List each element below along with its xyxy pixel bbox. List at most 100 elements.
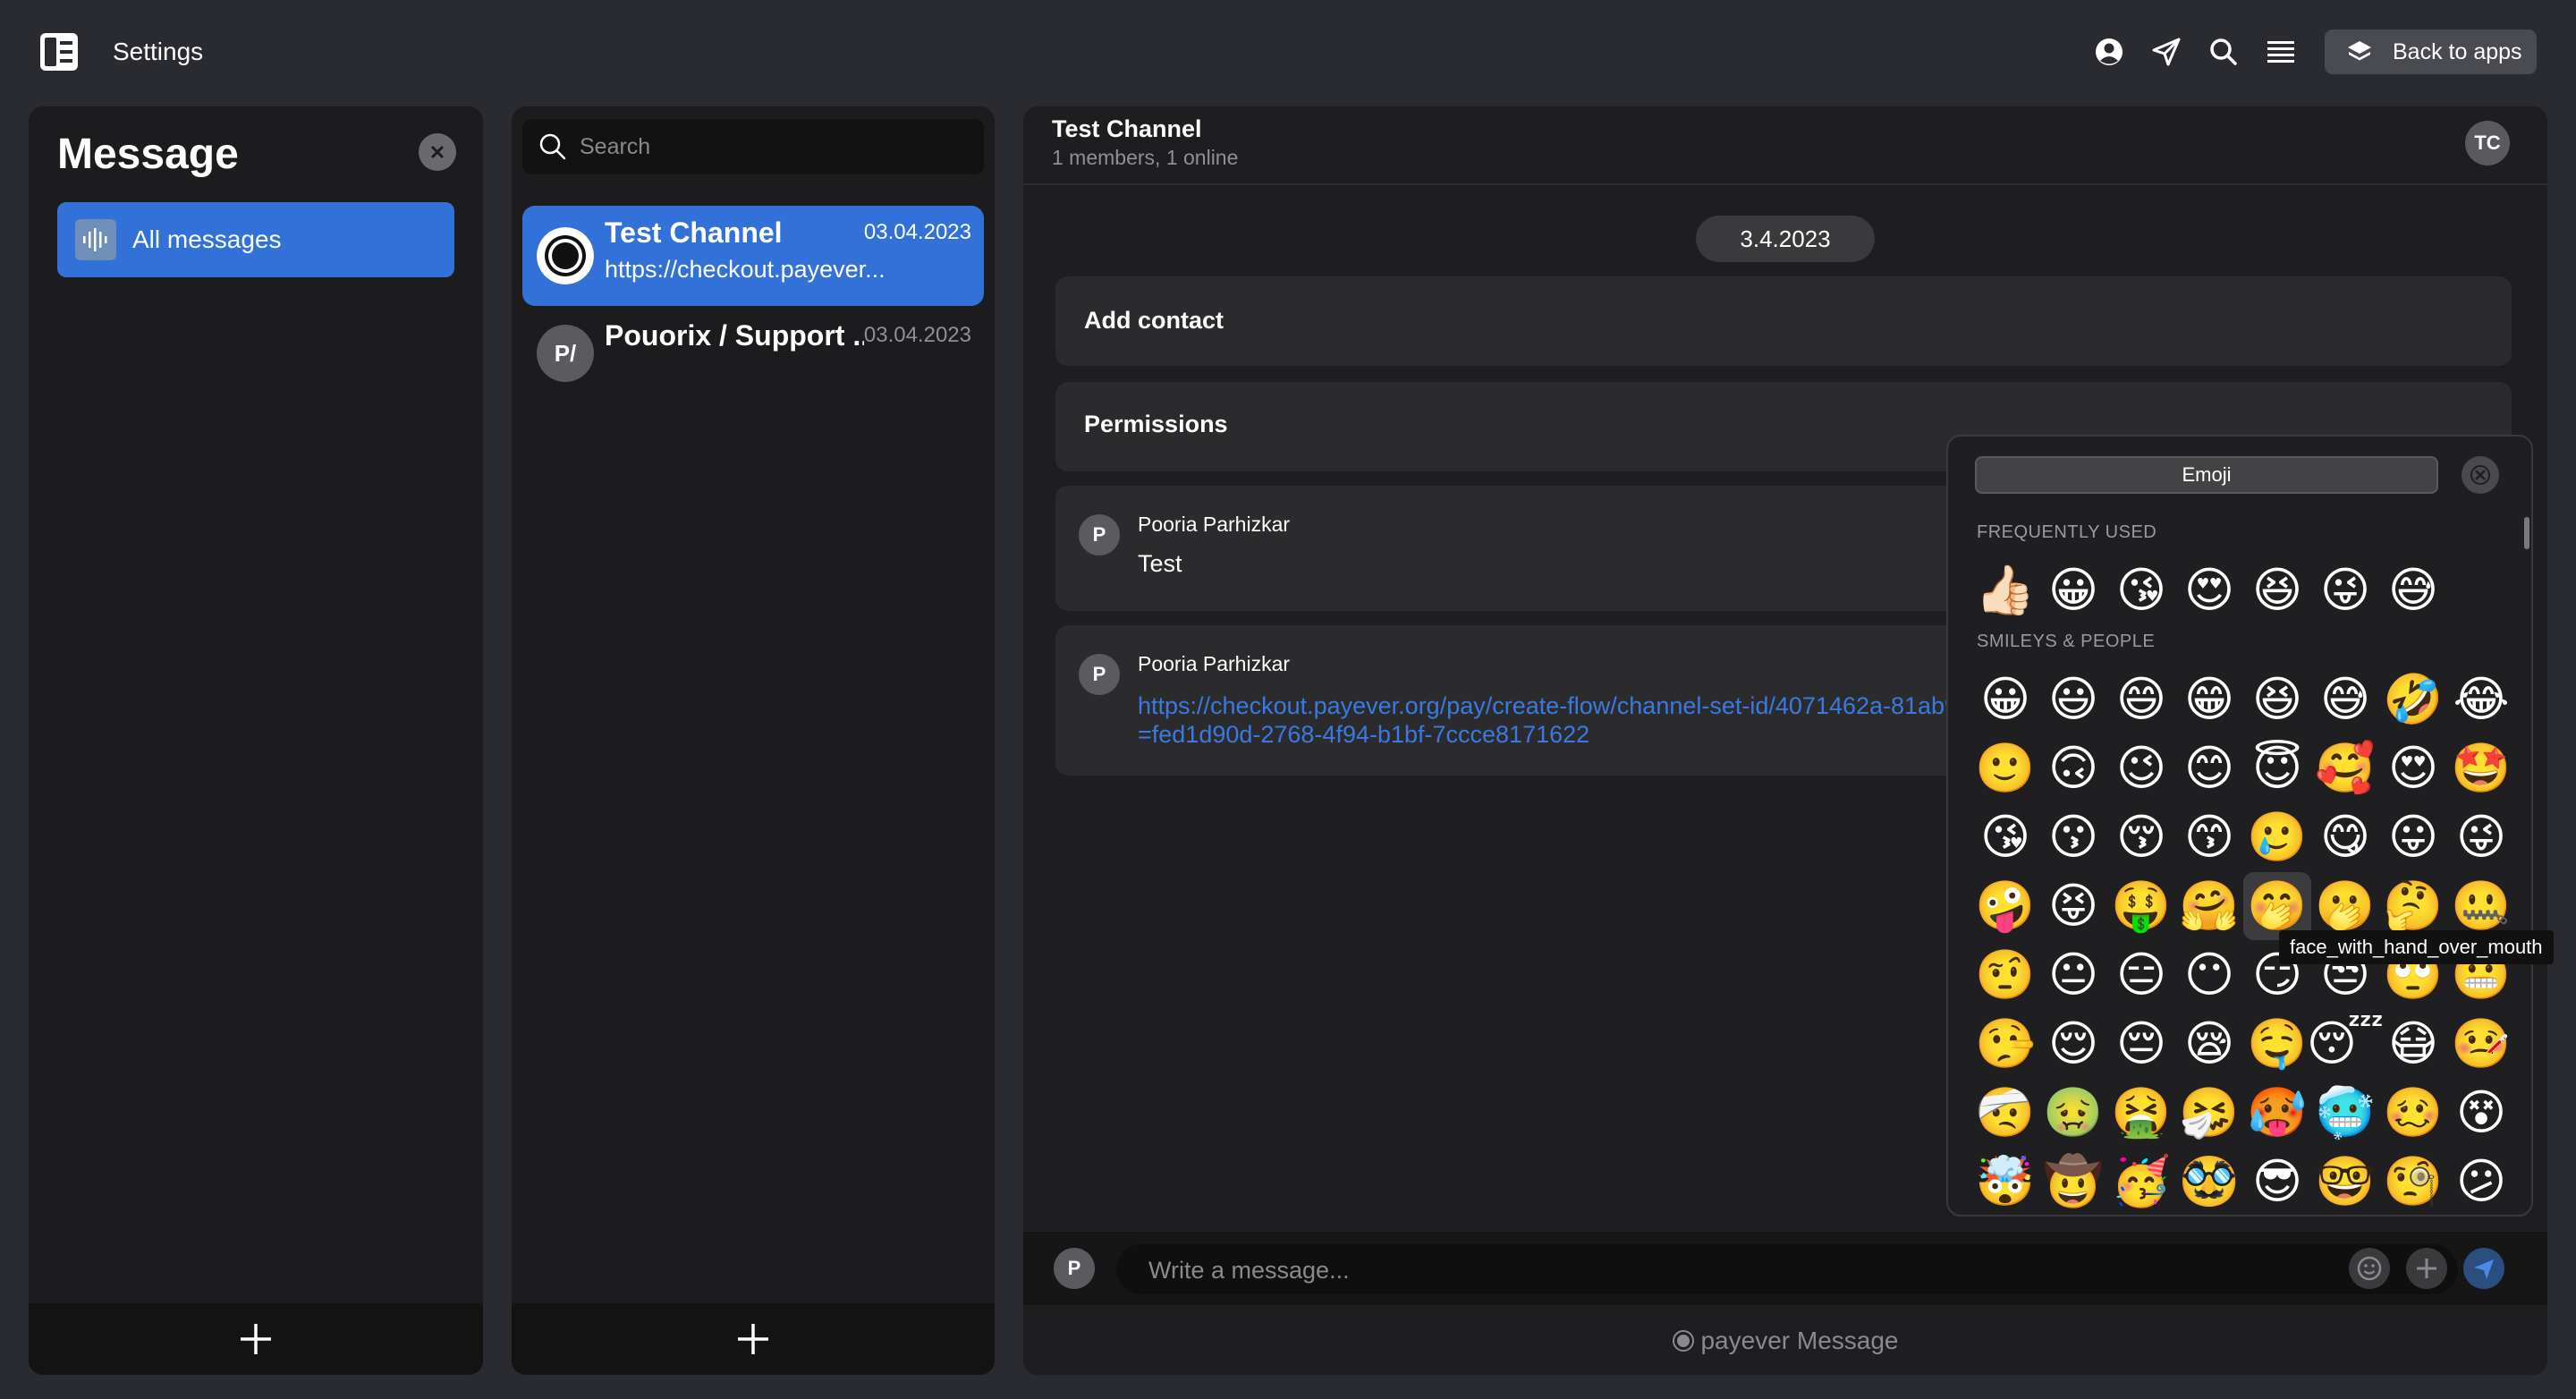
emoji-button[interactable]: 🧐 — [2379, 1148, 2447, 1215]
chat-item-test-channel[interactable]: Test Channel 03.04.2023 https://checkout… — [522, 206, 984, 306]
chat-item-pouorix-support[interactable]: P/ Pouorix / Support ... 03.04.2023 — [522, 309, 984, 409]
emoji-button[interactable]: 🥵 — [2243, 1079, 2311, 1147]
close-icon — [2470, 465, 2490, 485]
emoji-row: 😘 😗 😚 😙 🥲 😋 😛 😜 — [1971, 803, 2515, 871]
emoji-button[interactable] — [2349, 1248, 2390, 1289]
close-panel-button[interactable] — [419, 133, 456, 171]
emoji-button[interactable]: 🥴 — [2379, 1079, 2447, 1147]
emoji-button[interactable]: 😆 — [2243, 666, 2311, 733]
emoji-button[interactable]: 🥳 — [2107, 1148, 2175, 1215]
top-bar: Settings Back to apps — [0, 0, 2576, 104]
emoji-button[interactable]: 😂 — [2447, 666, 2515, 733]
emoji-button[interactable]: 😊 — [2175, 734, 2243, 802]
emoji-button[interactable]: 😶 — [2175, 941, 2243, 1009]
emoji-button[interactable]: 😘 — [2107, 556, 2175, 624]
emoji-button[interactable]: 😅 — [2379, 556, 2447, 624]
add-chat-icon[interactable] — [735, 1321, 771, 1357]
emoji-button[interactable]: 🙂 — [1971, 734, 2039, 802]
emoji-button[interactable]: 😪 — [2175, 1010, 2243, 1078]
search-input[interactable]: Search — [522, 119, 984, 174]
emoji-button[interactable]: 🤗 — [2175, 872, 2243, 940]
emoji-button[interactable]: 😀 — [2039, 556, 2107, 624]
emoji-button[interactable]: 😍 — [2379, 734, 2447, 802]
emoji-button[interactable]: 😜 — [2447, 803, 2515, 871]
emoji-row: 🤕 🤢 🤮 🤧 🥵 🥶 🥴 😵 — [1971, 1079, 2515, 1147]
emoji-button[interactable]: 😘 — [1971, 803, 2039, 871]
emoji-button[interactable]: 😀 — [1971, 666, 2039, 733]
emoji-button[interactable]: 😚 — [2107, 803, 2175, 871]
emoji-button[interactable]: 🤥 — [1971, 1010, 2039, 1078]
emoji-button[interactable]: 🤢 — [2039, 1079, 2107, 1147]
search-icon — [539, 133, 566, 160]
emoji-button[interactable]: 🤧 — [2175, 1079, 2243, 1147]
message-link[interactable]: https://checkout.payever.org/pay/create-… — [1138, 691, 2032, 749]
emoji-button[interactable]: 🤯 — [1971, 1148, 2039, 1215]
emoji-tooltip: face_with_hand_over_mouth — [2279, 930, 2554, 964]
emoji-button[interactable]: 🥰 — [2311, 734, 2379, 802]
add-folder-icon[interactable] — [238, 1321, 274, 1357]
emoji-button[interactable]: 😵 — [2447, 1079, 2515, 1147]
emoji-button[interactable]: 🤕 — [1971, 1079, 2039, 1147]
attach-button[interactable] — [2406, 1248, 2447, 1289]
message-input[interactable]: Write a message... — [1116, 1244, 2458, 1294]
emoji-button[interactable]: 🤪 — [1971, 872, 2039, 940]
emoji-button[interactable]: 👍🏻 — [1971, 556, 2039, 624]
sidebar-toggle-icon[interactable] — [38, 30, 80, 73]
emoji-button[interactable]: 😅 — [2311, 666, 2379, 733]
emoji-button[interactable]: 😁 — [2175, 666, 2243, 733]
emoji-button[interactable]: 😍 — [2175, 556, 2243, 624]
search-icon[interactable] — [2206, 34, 2241, 70]
section-smileys: SMILEYS & PEOPLE — [1977, 632, 2156, 651]
emoji-button[interactable]: 😔 — [2107, 1010, 2175, 1078]
emoji-button[interactable]: 😝 — [2039, 872, 2107, 940]
menu-icon[interactable] — [2263, 34, 2299, 70]
emoji-button[interactable]: 😄 — [2107, 666, 2175, 733]
emoji-button[interactable]: 😙 — [2175, 803, 2243, 871]
send-button[interactable] — [2463, 1248, 2504, 1289]
emoji-button[interactable]: 🙃 — [2039, 734, 2107, 802]
emoji-button[interactable]: 😆 — [2243, 556, 2311, 624]
emoji-button[interactable]: 🥸 — [2175, 1148, 2243, 1215]
emoji-button[interactable]: 🥲 — [2243, 803, 2311, 871]
emoji-button[interactable]: 😐 — [2039, 941, 2107, 1009]
folder-all-messages[interactable]: All messages — [57, 202, 454, 277]
emoji-button[interactable]: 😋 — [2311, 803, 2379, 871]
emoji-button[interactable]: 😗 — [2039, 803, 2107, 871]
emoji-button[interactable]: 🤮 — [2107, 1079, 2175, 1147]
emoji-button[interactable]: 😇 — [2243, 734, 2311, 802]
emoji-button[interactable]: 😛 — [2379, 803, 2447, 871]
emoji-button[interactable]: 😴 — [2307, 1010, 2385, 1078]
frequently-used-row: 👍🏻 😀 😘 😍 😆 😜 😅 — [1971, 556, 2447, 624]
emoji-button[interactable]: 🤤 — [2243, 1010, 2311, 1078]
emoji-button[interactable]: 😷 — [2379, 1010, 2447, 1078]
emoji-scrollbar[interactable] — [2524, 517, 2529, 549]
avatar: P — [1079, 514, 1120, 555]
emoji-button[interactable]: 🤒 — [2447, 1010, 2515, 1078]
emoji-tab[interactable]: Emoji — [1975, 456, 2438, 494]
emoji-button[interactable]: 🤩 — [2447, 734, 2515, 802]
emoji-button[interactable]: 😉 — [2107, 734, 2175, 802]
mid-panel-footer — [512, 1303, 995, 1375]
add-contact-card[interactable]: Add contact — [1055, 276, 2512, 366]
emoji-button[interactable]: 🤣 — [2379, 666, 2447, 733]
chat-avatar: P/ — [537, 325, 594, 382]
channel-badge[interactable]: TC — [2465, 121, 2510, 165]
emoji-button[interactable]: 🤑 — [2107, 872, 2175, 940]
emoji-button[interactable]: 🤨 — [1971, 941, 2039, 1009]
send-icon[interactable] — [2148, 34, 2184, 70]
composer-avatar: P — [1054, 1248, 1095, 1289]
close-emoji-picker-button[interactable] — [2462, 456, 2499, 494]
emoji-button[interactable]: 😌 — [2039, 1010, 2107, 1078]
emoji-button[interactable]: 😜 — [2311, 556, 2379, 624]
emoji-button[interactable]: 🤓 — [2311, 1148, 2379, 1215]
profile-icon[interactable] — [2091, 34, 2127, 70]
emoji-button[interactable]: 🥶 — [2311, 1079, 2379, 1147]
emoji-button[interactable]: 😃 — [2039, 666, 2107, 733]
emoji-button[interactable]: 😑 — [2107, 941, 2175, 1009]
back-to-apps-button[interactable]: Back to apps — [2325, 30, 2537, 74]
chat-date: 03.04.2023 — [863, 323, 971, 347]
send-icon — [2474, 1259, 2494, 1279]
emoji-button[interactable]: 😎 — [2243, 1148, 2311, 1215]
emoji-button[interactable]: 🤠 — [2039, 1148, 2107, 1215]
emoji-button[interactable]: 😕 — [2447, 1148, 2515, 1215]
